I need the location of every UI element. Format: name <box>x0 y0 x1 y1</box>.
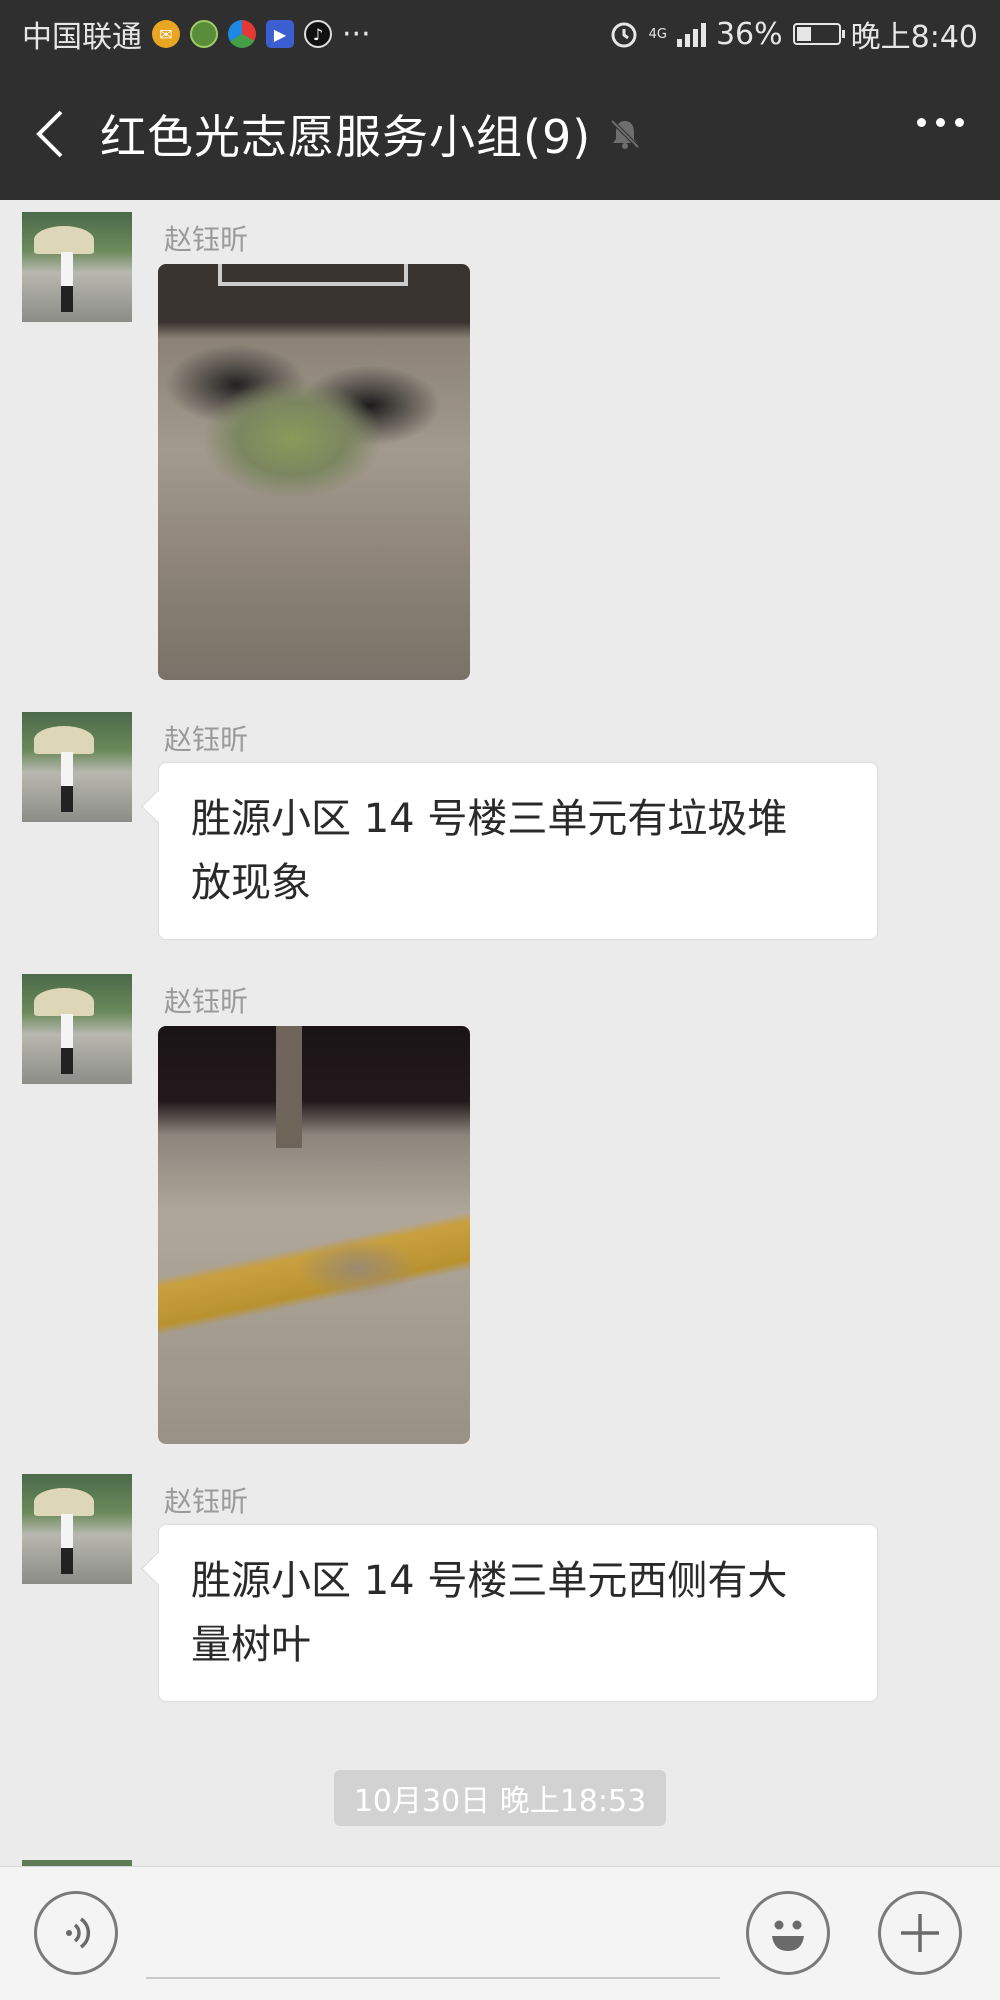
avatar-umbrella <box>34 988 94 1016</box>
sender-name: 赵钰昕 <box>164 223 249 256</box>
message-item: 赵钰昕 <box>0 212 1000 682</box>
message-item: 赵钰昕 胜源小区 14 号楼三单元有垃圾堆 放现象 <box>0 712 1000 940</box>
sender-avatar[interactable] <box>22 212 132 322</box>
status-left: 中国联通 ✉ ▶ ♪ ··· <box>22 12 371 56</box>
voice-button[interactable] <box>34 1891 118 1975</box>
mute-bell-icon <box>610 119 640 149</box>
avatar-person-legs <box>61 1548 73 1574</box>
message-item: 赵钰昕 胜源小区 14 号楼三单元西侧有大 量树叶 <box>0 1474 1000 1702</box>
network-type-label: 4G <box>648 26 667 42</box>
avatar-person-legs <box>61 1048 73 1074</box>
message-text-line: 胜源小区 14 号楼三单元有垃圾堆 <box>191 796 788 842</box>
more-dot <box>936 118 945 127</box>
mail-notification-icon: ✉ <box>152 20 180 48</box>
message-text-input[interactable] <box>146 1977 720 1979</box>
sender-avatar[interactable] <box>22 712 132 822</box>
avatar-umbrella <box>34 726 94 754</box>
app-notification-icon <box>190 20 218 48</box>
plus-button[interactable] <box>878 1891 962 1975</box>
sender-name: 赵钰昕 <box>164 723 249 756</box>
browser-notification-icon <box>228 20 256 48</box>
photo-window-frame <box>218 264 408 286</box>
avatar-person-legs <box>61 286 73 312</box>
message-item: 赵钰昕 <box>0 974 1000 1446</box>
more-notifications-indicator: ··· <box>342 16 371 52</box>
image-message-fallen-leaves[interactable] <box>158 1026 470 1444</box>
message-text-line: 量树叶 <box>191 1622 311 1668</box>
plus-icon <box>901 1914 939 1952</box>
signal-strength-icon <box>676 21 706 47</box>
more-button[interactable] <box>917 118 964 127</box>
chat-header: 红色光志愿服务小组(9) <box>0 68 1000 200</box>
sender-avatar[interactable] <box>22 974 132 1084</box>
emoji-button[interactable] <box>746 1891 830 1975</box>
message-text-line: 胜源小区 14 号楼三单元西侧有大 <box>191 1558 788 1604</box>
back-arrow-icon <box>36 110 63 158</box>
carrier-label: 中国联通 <box>22 20 142 55</box>
status-bar: 中国联通 ✉ ▶ ♪ ··· 4G 36% 晚上8:40 <box>0 0 1000 68</box>
chat-timestamp: 10月30日 晚上18:53 <box>334 1770 666 1826</box>
chat-title[interactable]: 红色光志愿服务小组(9) <box>100 101 591 167</box>
more-dot <box>917 118 926 127</box>
emoji-icon <box>772 1920 804 1951</box>
sender-name: 赵钰昕 <box>164 1485 249 1518</box>
battery-icon <box>792 23 845 45</box>
text-message-bubble[interactable]: 胜源小区 14 号楼三单元西侧有大 量树叶 <box>158 1524 878 1702</box>
tiktok-notification-icon: ♪ <box>304 20 332 48</box>
avatar-umbrella <box>34 1488 94 1516</box>
battery-percent: 36% <box>715 16 783 52</box>
clock: 晚上8:40 <box>850 20 978 55</box>
sender-name: 赵钰昕 <box>164 985 249 1018</box>
photo-tree-trunk <box>276 1026 302 1148</box>
avatar-person-legs <box>61 786 73 812</box>
image-message-trash-pile[interactable] <box>158 264 470 680</box>
message-text-line: 放现象 <box>191 860 311 906</box>
chat-input-bar <box>0 1866 1000 2000</box>
voice-icon <box>66 1917 91 1949</box>
back-button[interactable] <box>0 68 100 200</box>
status-right: 4G 36% 晚上8:40 <box>609 12 978 56</box>
sender-avatar[interactable] <box>22 1474 132 1584</box>
avatar-umbrella <box>34 226 94 254</box>
more-dot <box>955 118 964 127</box>
video-notification-icon: ▶ <box>266 20 294 48</box>
text-message-bubble[interactable]: 胜源小区 14 号楼三单元有垃圾堆 放现象 <box>158 762 878 940</box>
alarm-icon <box>611 22 637 48</box>
